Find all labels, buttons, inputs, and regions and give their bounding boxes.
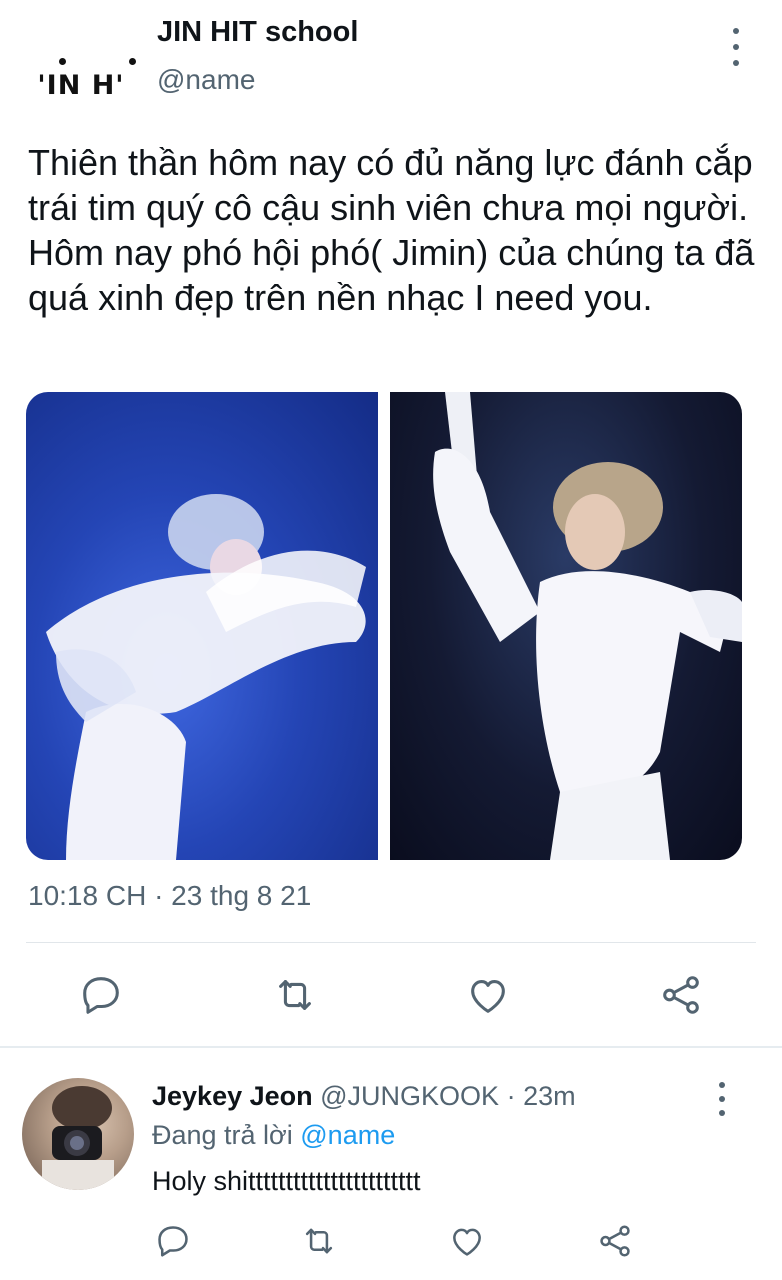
reply-text: Holy shittttttttttttttttttttttt <box>152 1166 421 1196</box>
avatar-logo-text: 'IN H' <box>37 57 137 101</box>
reply-author[interactable]: Jeykey Jeon @JUNGKOOK · 23m <box>152 1081 576 1112</box>
replying-to: Đang trả lời @name <box>152 1120 395 1151</box>
reply-retweet-icon[interactable] <box>300 1222 338 1260</box>
more-options-icon[interactable] <box>724 28 748 66</box>
replying-to-prefix: Đang trả lời <box>152 1120 301 1150</box>
share-icon[interactable] <box>658 972 704 1018</box>
tweet-text: Thiên thần hôm nay có đủ năng lực đánh c… <box>28 142 755 318</box>
retweet-icon[interactable] <box>272 972 318 1018</box>
reply-share-icon[interactable] <box>596 1222 634 1260</box>
user-handle[interactable]: @name <box>157 64 255 96</box>
profile-avatar[interactable]: 'IN H' <box>22 50 140 120</box>
reply-handle[interactable]: @JUNGKOOK <box>320 1081 499 1111</box>
reply-like-icon[interactable] <box>448 1222 486 1260</box>
tweet-photo-2[interactable] <box>390 392 742 860</box>
reply-time[interactable]: 23m <box>523 1081 576 1111</box>
reply-display-name[interactable]: Jeykey Jeon <box>152 1081 313 1111</box>
display-name[interactable]: JIN HIT school <box>157 16 358 49</box>
reply-separator: · <box>499 1081 524 1111</box>
reply-reply-icon[interactable] <box>154 1222 192 1260</box>
tweet-timestamp[interactable]: 10:18 CH · 23 thg 8 21 <box>28 880 311 912</box>
reply-avatar[interactable] <box>22 1078 134 1190</box>
divider <box>26 942 756 943</box>
replying-to-mention[interactable]: @name <box>300 1120 395 1150</box>
section-divider <box>0 1046 782 1048</box>
like-icon[interactable] <box>465 972 511 1018</box>
reply-icon[interactable] <box>78 972 124 1018</box>
reply-more-options-icon[interactable] <box>710 1082 734 1116</box>
tweet-photo-1[interactable] <box>26 392 378 860</box>
